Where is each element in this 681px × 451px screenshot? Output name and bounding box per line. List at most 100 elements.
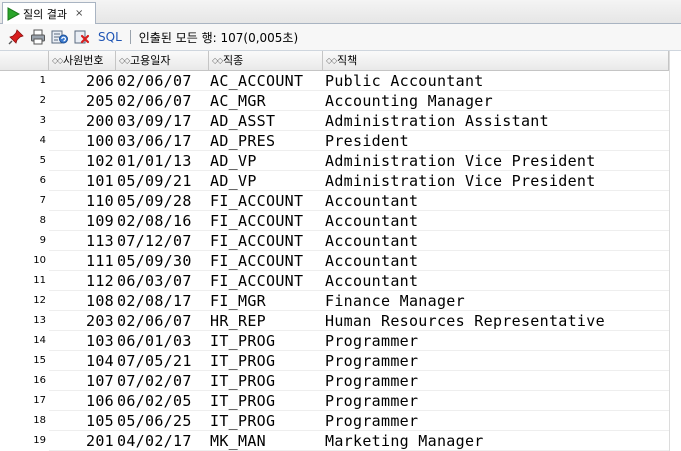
row-number[interactable]: 6 [0, 171, 49, 191]
cell-employee-id[interactable]: 104 [49, 351, 115, 371]
cell-hire-date[interactable]: 05/09/28 [117, 191, 209, 211]
row-number[interactable]: 2 [0, 91, 49, 111]
cell-job-id[interactable]: FI_MGR [210, 291, 323, 311]
cell-job-title[interactable]: Accountant [325, 211, 681, 231]
table-row[interactable]: 14 103 06/01/03 IT_PROG Programmer [0, 331, 681, 351]
cell-hire-date[interactable]: 02/06/07 [117, 71, 209, 91]
row-number[interactable]: 19 [0, 431, 49, 451]
cell-job-id[interactable]: IT_PROG [210, 391, 323, 411]
row-number[interactable]: 12 [0, 291, 49, 311]
cell-job-id[interactable]: AD_PRES [210, 131, 323, 151]
cell-hire-date[interactable]: 03/06/17 [117, 131, 209, 151]
table-row[interactable]: 3 200 03/09/17 AD_ASST Administration Assist… [0, 111, 681, 131]
cell-employee-id[interactable]: 205 [49, 91, 115, 111]
column-header-hire-date[interactable]: ◇◇고용일자 [116, 51, 209, 70]
column-header-job-title[interactable]: ◇◇직책 [323, 51, 669, 70]
row-number[interactable]: 11 [0, 271, 49, 291]
cell-job-title[interactable]: Programmer [325, 331, 681, 351]
cell-hire-date[interactable]: 05/09/30 [117, 251, 209, 271]
cell-job-title[interactable]: Accountant [325, 191, 681, 211]
cell-job-id[interactable]: AC_MGR [210, 91, 323, 111]
cell-hire-date[interactable]: 07/05/21 [117, 351, 209, 371]
cell-hire-date[interactable]: 05/09/21 [117, 171, 209, 191]
cell-job-title[interactable]: Programmer [325, 391, 681, 411]
cell-job-id[interactable]: FI_ACCOUNT [210, 191, 323, 211]
row-number[interactable]: 9 [0, 231, 49, 251]
cell-employee-id[interactable]: 103 [49, 331, 115, 351]
cell-job-title[interactable]: Accountant [325, 251, 681, 271]
cell-hire-date[interactable]: 06/01/03 [117, 331, 209, 351]
cell-hire-date[interactable]: 06/03/07 [117, 271, 209, 291]
column-header-employee-id[interactable]: ◇◇사원번호 [49, 51, 116, 70]
cell-job-title[interactable]: Accountant [325, 271, 681, 291]
cell-hire-date[interactable]: 02/06/07 [117, 91, 209, 111]
cell-employee-id[interactable]: 110 [49, 191, 115, 211]
cell-hire-date[interactable]: 02/08/17 [117, 291, 209, 311]
cell-employee-id[interactable]: 105 [49, 411, 115, 431]
table-row[interactable]: 9 113 07/12/07 FI_ACCOUNT Accountant [0, 231, 681, 251]
row-number[interactable]: 1 [0, 71, 49, 91]
table-row[interactable]: 6 101 05/09/21 AD_VP Administration Vice Pre… [0, 171, 681, 191]
cell-hire-date[interactable]: 04/02/17 [117, 431, 209, 451]
row-number[interactable]: 15 [0, 351, 49, 371]
cell-job-title[interactable]: Programmer [325, 411, 681, 431]
print-icon[interactable] [28, 27, 48, 47]
cell-job-title[interactable]: Accountant [325, 231, 681, 251]
cell-hire-date[interactable]: 02/08/16 [117, 211, 209, 231]
result-grid[interactable]: ◇◇사원번호 ◇◇고용일자 ◇◇직종 ◇◇직책 1 206 02/06/07 AC_A… [0, 51, 681, 451]
cell-job-title[interactable]: Finance Manager [325, 291, 681, 311]
cell-job-id[interactable]: IT_PROG [210, 351, 323, 371]
table-row[interactable]: 15 104 07/05/21 IT_PROG Programmer [0, 351, 681, 371]
cell-employee-id[interactable]: 201 [49, 431, 115, 451]
cell-hire-date[interactable]: 07/12/07 [117, 231, 209, 251]
cell-job-id[interactable]: IT_PROG [210, 411, 323, 431]
table-row[interactable]: 1 206 02/06/07 AC_ACCOUNT Public Accountant [0, 71, 681, 91]
cell-job-title[interactable]: Administration Assistant [325, 111, 681, 131]
table-row[interactable]: 10 111 05/09/30 FI_ACCOUNT Accountant [0, 251, 681, 271]
cell-job-id[interactable]: HR_REP [210, 311, 323, 331]
cell-hire-date[interactable]: 03/09/17 [117, 111, 209, 131]
cell-job-title[interactable]: Marketing Manager [325, 431, 681, 451]
cell-job-id[interactable]: AC_ACCOUNT [210, 71, 323, 91]
row-number[interactable]: 3 [0, 111, 49, 131]
cell-job-id[interactable]: AD_VP [210, 171, 323, 191]
cell-job-title[interactable]: Administration Vice President [325, 151, 681, 171]
tab-query-result[interactable]: 질의 결과 × [2, 2, 96, 24]
table-row[interactable]: 18 105 05/06/25 IT_PROG Programmer [0, 411, 681, 431]
delete-icon[interactable] [72, 27, 92, 47]
close-icon[interactable]: × [75, 8, 83, 19]
cell-employee-id[interactable]: 101 [49, 171, 115, 191]
cell-hire-date[interactable]: 02/06/07 [117, 311, 209, 331]
cell-employee-id[interactable]: 203 [49, 311, 115, 331]
row-number[interactable]: 8 [0, 211, 49, 231]
table-row[interactable]: 7 110 05/09/28 FI_ACCOUNT Accountant [0, 191, 681, 211]
cell-hire-date[interactable]: 01/01/13 [117, 151, 209, 171]
cell-job-id[interactable]: FI_ACCOUNT [210, 231, 323, 251]
pin-icon[interactable] [6, 27, 26, 47]
column-header-job-id[interactable]: ◇◇직종 [209, 51, 323, 70]
cell-employee-id[interactable]: 107 [49, 371, 115, 391]
cell-employee-id[interactable]: 112 [49, 271, 115, 291]
table-row[interactable]: 19 201 04/02/17 MK_MAN Marketing Manager [0, 431, 681, 451]
cell-job-id[interactable]: IT_PROG [210, 331, 323, 351]
sort-icon[interactable]: ◇◇ [52, 51, 63, 70]
row-number[interactable]: 18 [0, 411, 49, 431]
cell-employee-id[interactable]: 206 [49, 71, 115, 91]
table-row[interactable]: 12 108 02/08/17 FI_MGR Finance Manager [0, 291, 681, 311]
cell-job-id[interactable]: AD_ASST [210, 111, 323, 131]
cell-job-title[interactable]: Human Resources Representative [325, 311, 681, 331]
table-row[interactable]: 4 100 03/06/17 AD_PRES President [0, 131, 681, 151]
row-number[interactable]: 14 [0, 331, 49, 351]
cell-employee-id[interactable]: 100 [49, 131, 115, 151]
cell-hire-date[interactable]: 07/02/07 [117, 371, 209, 391]
cell-job-title[interactable]: Programmer [325, 351, 681, 371]
row-number[interactable]: 17 [0, 391, 49, 411]
row-number[interactable]: 4 [0, 131, 49, 151]
refresh-icon[interactable] [50, 27, 70, 47]
row-number[interactable]: 16 [0, 371, 49, 391]
row-number[interactable]: 7 [0, 191, 49, 211]
cell-job-id[interactable]: FI_ACCOUNT [210, 251, 323, 271]
sort-icon[interactable]: ◇◇ [326, 51, 337, 70]
row-number[interactable]: 5 [0, 151, 49, 171]
cell-employee-id[interactable]: 109 [49, 211, 115, 231]
